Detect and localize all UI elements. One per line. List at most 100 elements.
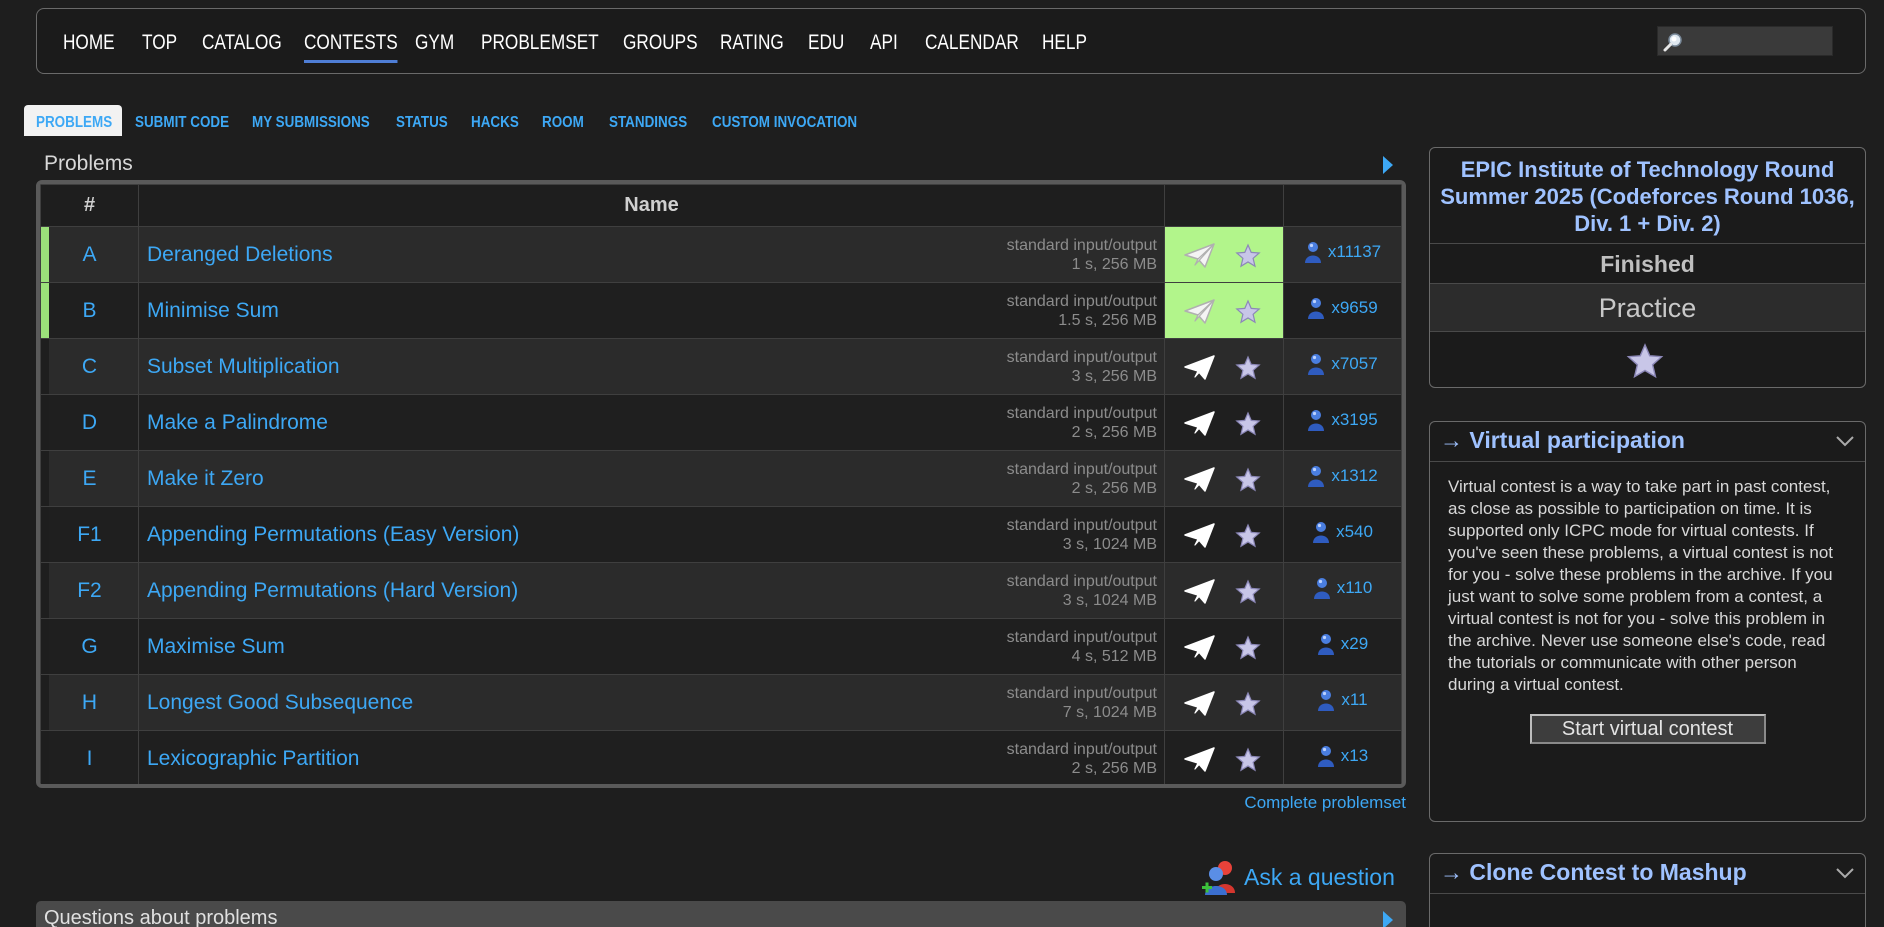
menu-gym[interactable]: GYM bbox=[415, 31, 454, 55]
chevron-down-icon[interactable] bbox=[1835, 434, 1855, 448]
favourite-star-icon[interactable] bbox=[1235, 747, 1261, 773]
submit-paper-plane-icon[interactable] bbox=[1183, 410, 1217, 438]
problem-name-link[interactable]: Appending Permutations (Easy Version) bbox=[147, 523, 519, 547]
problem-solved-link[interactable]: x29 bbox=[1317, 632, 1368, 656]
problem-index-label[interactable]: B bbox=[82, 299, 96, 322]
menu-groups[interactable]: GROUPS bbox=[623, 31, 698, 55]
problem-actions bbox=[1164, 506, 1284, 563]
user-icon bbox=[1308, 354, 1325, 375]
problem-index-label[interactable]: D bbox=[82, 411, 97, 434]
submit-paper-plane-icon[interactable] bbox=[1183, 522, 1217, 550]
problem-index[interactable]: B bbox=[40, 282, 139, 339]
submit-paper-plane-icon[interactable] bbox=[1183, 690, 1217, 718]
problem-index[interactable]: A bbox=[40, 226, 139, 283]
problem-solved-link[interactable]: x3195 bbox=[1307, 408, 1378, 432]
problem-name-cell: Appending Permutations (Easy Version) sta… bbox=[138, 506, 1165, 563]
menu-contests[interactable]: CONTESTS bbox=[304, 31, 399, 63]
problem-solved-link[interactable]: x11 bbox=[1317, 688, 1368, 712]
favourite-star-icon[interactable] bbox=[1626, 342, 1664, 380]
problem-solved-link[interactable]: x540 bbox=[1312, 520, 1373, 544]
problem-index-label[interactable]: I bbox=[87, 747, 93, 770]
problem-name-link[interactable]: Make it Zero bbox=[147, 467, 264, 491]
favourite-star-icon[interactable] bbox=[1235, 635, 1261, 661]
problem-index-label[interactable]: E bbox=[82, 467, 96, 490]
menu-home[interactable]: HOME bbox=[63, 31, 115, 55]
menu-api[interactable]: API bbox=[870, 31, 898, 55]
menu-problemset[interactable]: PROBLEMSET bbox=[481, 31, 599, 55]
problem-index-label[interactable]: C bbox=[82, 355, 97, 378]
submit-paper-plane-icon[interactable] bbox=[1183, 634, 1217, 662]
submit-paper-plane-icon[interactable] bbox=[1183, 578, 1217, 606]
menu-edu[interactable]: EDU bbox=[808, 31, 844, 55]
problem-index-label[interactable]: F1 bbox=[77, 523, 102, 546]
problem-name-link[interactable]: Subset Multiplication bbox=[147, 355, 340, 379]
problem-name-link[interactable]: Maximise Sum bbox=[147, 635, 285, 659]
menu-catalog[interactable]: CATALOG bbox=[202, 31, 282, 55]
submit-paper-plane-icon[interactable] bbox=[1183, 466, 1217, 494]
favourite-star-icon[interactable] bbox=[1235, 579, 1261, 605]
problem-solved-link[interactable]: x13 bbox=[1317, 744, 1368, 768]
problem-name-link[interactable]: Longest Good Subsequence bbox=[147, 691, 413, 715]
menu-help[interactable]: HELP bbox=[1042, 31, 1087, 55]
problem-name-link[interactable]: Deranged Deletions bbox=[147, 243, 333, 267]
menu-calendar[interactable]: CALENDAR bbox=[925, 31, 1019, 55]
favourite-star-icon[interactable] bbox=[1235, 411, 1261, 437]
problem-solved-link[interactable]: x7057 bbox=[1307, 352, 1378, 376]
ask-question-link[interactable]: Ask a question bbox=[1198, 857, 1395, 897]
accepted-marker bbox=[41, 675, 49, 730]
problem-solved-link[interactable]: x9659 bbox=[1307, 296, 1378, 320]
menu-rating[interactable]: RATING bbox=[720, 31, 784, 55]
column-header-name: Name bbox=[138, 184, 1165, 227]
problem-index[interactable]: G bbox=[40, 618, 139, 675]
problem-name-link[interactable]: Appending Permutations (Hard Version) bbox=[147, 579, 518, 603]
favourite-star-icon[interactable] bbox=[1235, 299, 1261, 325]
problem-index[interactable]: F2 bbox=[40, 562, 139, 619]
tab-standings[interactable]: STANDINGS bbox=[609, 114, 687, 132]
favourite-star-icon[interactable] bbox=[1235, 355, 1261, 381]
search-input[interactable] bbox=[1657, 26, 1833, 56]
problem-index[interactable]: I bbox=[40, 730, 139, 784]
problem-name-link[interactable]: Make a Palindrome bbox=[147, 411, 328, 435]
tab-status[interactable]: STATUS bbox=[396, 114, 448, 132]
favourite-star-icon[interactable] bbox=[1235, 523, 1261, 549]
favourite-star-icon[interactable] bbox=[1235, 691, 1261, 717]
problem-index-label[interactable]: G bbox=[81, 635, 97, 658]
submit-paper-plane-icon[interactable] bbox=[1183, 242, 1217, 270]
problem-index[interactable]: E bbox=[40, 450, 139, 507]
table-row: I Lexicographic Partition standard input/o… bbox=[40, 730, 1402, 784]
tab-submit-code[interactable]: SUBMIT CODE bbox=[135, 114, 229, 132]
menu-top[interactable]: TOP bbox=[142, 31, 177, 55]
favourite-star-icon[interactable] bbox=[1235, 243, 1261, 269]
favourite-star-icon[interactable] bbox=[1235, 467, 1261, 493]
chevron-down-icon[interactable] bbox=[1835, 866, 1855, 880]
panel-toggle-arrow-icon[interactable] bbox=[1383, 156, 1393, 174]
complete-problemset-link[interactable]: Complete problemset bbox=[1244, 793, 1406, 813]
tab-hacks[interactable]: HACKS bbox=[471, 114, 519, 132]
submit-paper-plane-icon[interactable] bbox=[1183, 746, 1217, 774]
tab-room[interactable]: ROOM bbox=[542, 114, 584, 132]
solved-count: x540 bbox=[1336, 522, 1373, 541]
problem-solved-link[interactable]: x11137 bbox=[1304, 240, 1381, 264]
problem-index-label[interactable]: H bbox=[82, 691, 97, 714]
problem-name-link[interactable]: Minimise Sum bbox=[147, 299, 279, 323]
problem-io: standard input/output bbox=[1006, 461, 1157, 478]
questions-toggle-arrow-icon[interactable] bbox=[1383, 911, 1393, 927]
problem-index-label[interactable]: A bbox=[82, 243, 96, 266]
problem-name-link[interactable]: Lexicographic Partition bbox=[147, 747, 359, 771]
problem-solved-link[interactable]: x1312 bbox=[1307, 464, 1378, 488]
submit-paper-plane-icon[interactable] bbox=[1183, 354, 1217, 382]
problem-index[interactable]: F1 bbox=[40, 506, 139, 563]
submit-paper-plane-icon[interactable] bbox=[1183, 298, 1217, 326]
user-icon bbox=[1313, 522, 1330, 543]
problem-index-label[interactable]: F2 bbox=[77, 579, 102, 602]
tab-my-submissions[interactable]: MY SUBMISSIONS bbox=[252, 114, 370, 132]
problem-index[interactable]: C bbox=[40, 338, 139, 395]
contest-name[interactable]: EPIC Institute of Technology Round Summe… bbox=[1430, 148, 1865, 243]
problem-index[interactable]: H bbox=[40, 674, 139, 731]
tab-problems[interactable]: PROBLEMS bbox=[36, 114, 112, 132]
tab-custom-invocation[interactable]: CUSTOM INVOCATION bbox=[712, 114, 857, 132]
start-virtual-contest-button[interactable]: Start virtual contest bbox=[1529, 714, 1766, 744]
problem-solved-link[interactable]: x110 bbox=[1313, 576, 1372, 600]
problem-index[interactable]: D bbox=[40, 394, 139, 451]
problem-limits: standard input/output 2 s, 256 MB bbox=[1007, 740, 1157, 778]
